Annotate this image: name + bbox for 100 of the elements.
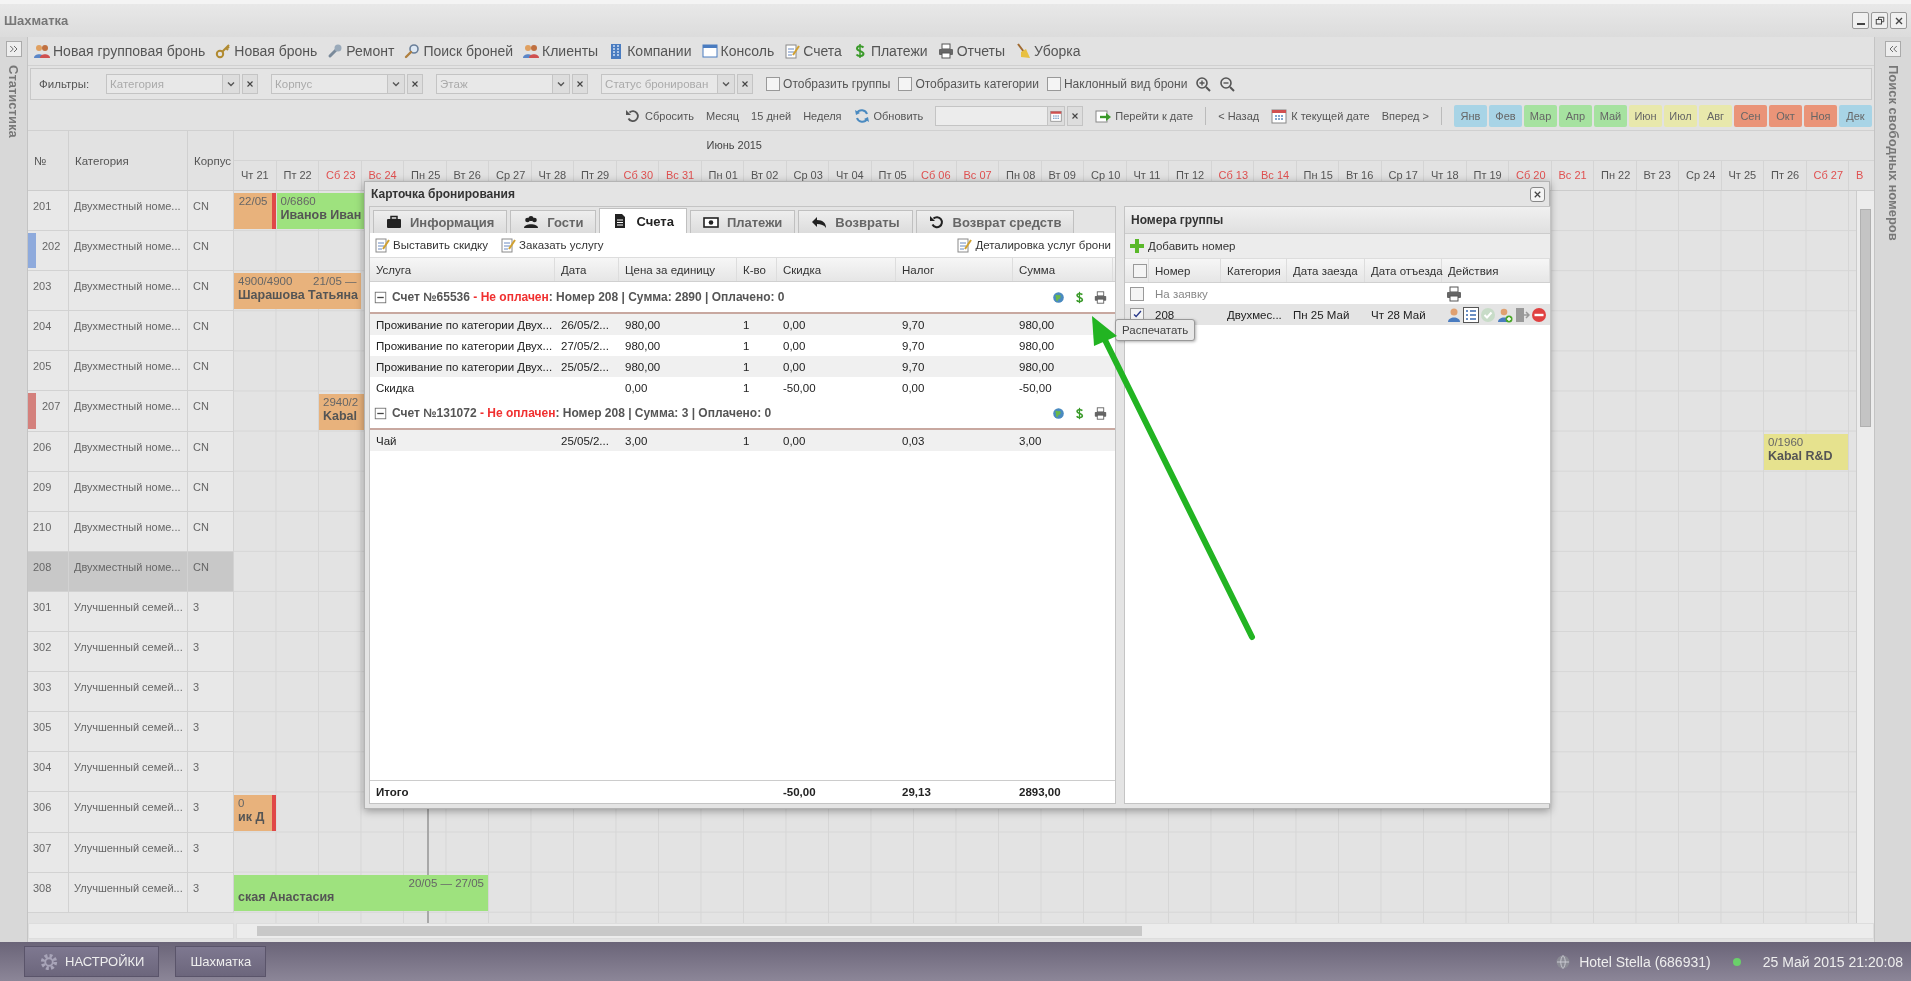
toolbar-button[interactable]: Уборка [1015, 43, 1081, 59]
tab[interactable]: Счета [599, 208, 687, 233]
close-button[interactable] [1530, 186, 1545, 202]
toolbar-button[interactable]: Выставить скидку [374, 237, 489, 253]
clear-button[interactable] [407, 74, 424, 94]
month-button[interactable]: Авг [1699, 105, 1732, 127]
clear-button[interactable] [737, 74, 754, 94]
table-row[interactable]: 201 Двухместный номе... CN [28, 191, 234, 232]
tab[interactable]: Платежи [689, 210, 796, 233]
column-header[interactable]: Номер [1149, 259, 1221, 282]
column-header[interactable]: Налог [896, 258, 1013, 281]
table-row[interactable]: 302 Улучшенный семей... 3 [28, 632, 234, 673]
nav-button[interactable]: Сбросить [625, 108, 694, 124]
zoom-in-button[interactable] [1195, 76, 1212, 92]
dropdown-button[interactable] [552, 74, 571, 94]
table-row[interactable]: 205 Двухместный номе... CN [28, 351, 234, 392]
month-button[interactable]: Фев [1489, 105, 1522, 127]
collapse-button[interactable] [374, 406, 387, 420]
table-row[interactable]: 306 Улучшенный семей... 3 [28, 792, 234, 833]
toolbar-button[interactable]: Ремонт [327, 43, 395, 59]
nav-button[interactable]: 15 дней [751, 110, 792, 122]
checkbox-label[interactable]: Отобразить группы [783, 77, 891, 91]
table-row[interactable]: 203 Двухместный номе... CN [28, 271, 234, 312]
toolbar-button[interactable]: Отчеты [937, 43, 1006, 59]
column-header[interactable]: Дата отъезда [1365, 259, 1442, 282]
toolbar-button[interactable]: Консоль [701, 43, 775, 59]
column-header[interactable]: Дата заезда [1287, 259, 1365, 282]
add-button[interactable]: Добавить номер [1129, 238, 1236, 254]
column-header[interactable]: Цена за единицу [619, 258, 737, 281]
toolbar-button[interactable]: Новая групповая бронь [34, 43, 206, 59]
table-row[interactable]: 305 Улучшенный семей... 3 [28, 712, 234, 753]
taskbar-button[interactable]: Шахматка [175, 946, 267, 977]
filter-field[interactable]: Статус бронирован [601, 74, 718, 94]
month-button[interactable]: Июн [1629, 105, 1662, 127]
column-header[interactable]: Дата [555, 258, 619, 281]
toolbar-button[interactable]: Платежи [851, 43, 928, 59]
toolbar-button[interactable]: Клиенты [523, 43, 599, 59]
today-button[interactable]: К текущей дате [1271, 108, 1370, 124]
toolbar-button[interactable]: Новая бронь [215, 43, 318, 59]
table-row[interactable]: 208 Двухместный номе... CN [28, 551, 234, 592]
month-button[interactable]: Апр [1559, 105, 1592, 127]
checkbox[interactable] [898, 77, 913, 91]
table-row[interactable]: 308 Улучшенный семей... 3 [28, 872, 234, 913]
table-row[interactable]: 307 Улучшенный семей... 3 [28, 832, 234, 873]
column-header[interactable]: Категория [75, 154, 129, 167]
dropdown-button[interactable] [387, 74, 406, 94]
checkbox-label[interactable]: Отобразить категории [915, 77, 1039, 91]
month-button[interactable]: Дек [1839, 105, 1872, 127]
calendar-button[interactable] [1047, 106, 1066, 126]
column-header[interactable]: Сумма [1013, 258, 1113, 281]
zoom-out-button[interactable] [1219, 76, 1236, 92]
horizontal-scrollbar[interactable] [236, 923, 1874, 939]
nav-button[interactable]: Обновить [853, 108, 924, 124]
clear-button[interactable] [1067, 106, 1084, 126]
month-button[interactable]: Мар [1524, 105, 1557, 127]
tab[interactable]: Гости [510, 210, 597, 233]
column-header[interactable]: Корпус [194, 154, 232, 167]
table-row[interactable]: 207 Двухместный номе... CN [28, 391, 234, 432]
dropdown-button[interactable] [717, 74, 736, 94]
checkbox[interactable] [1046, 77, 1061, 91]
table-row[interactable]: 301 Улучшенный семей... 3 [28, 591, 234, 633]
booking-bar[interactable]: 20/05 — 27/05 ская Анастасия [234, 874, 488, 911]
column-header[interactable]: Скидка [777, 258, 896, 281]
toolbar-button[interactable]: Поиск броней [404, 43, 514, 59]
dropdown-button[interactable] [222, 74, 241, 94]
vertical-scrollbar[interactable] [1856, 191, 1874, 923]
month-button[interactable]: Май [1594, 105, 1627, 127]
nav-button[interactable]: Месяц [705, 110, 740, 122]
toolbar-button[interactable]: Деталировка услуг брони [956, 237, 1111, 253]
taskbar-button[interactable]: НАСТРОЙКИ [24, 946, 160, 977]
checkbox[interactable] [766, 77, 781, 91]
back-button[interactable]: < Назад [1218, 110, 1260, 122]
table-row[interactable]: На заявку [1125, 283, 1550, 304]
filter-field[interactable]: Категория [106, 74, 223, 94]
forward-button[interactable]: Вперед > [1381, 110, 1429, 122]
table-row[interactable]: 204 Двухместный номе... CN [28, 311, 234, 352]
booking-bar[interactable]: 0/1960 Kabal R&D [1764, 433, 1848, 470]
expand-button[interactable] [1885, 41, 1901, 57]
table-row[interactable]: 209 Двухместный номе... CN [28, 471, 234, 512]
tab[interactable]: Информация [373, 210, 508, 233]
table-row[interactable]: 208 Двухмес... Пн 25 Май Чт 28 Май [1125, 304, 1550, 325]
clear-button[interactable] [572, 74, 589, 94]
month-button[interactable]: Июл [1664, 105, 1697, 127]
booking-bar[interactable]: 4900/4900 21/05 — Шарашова Татьяна [234, 273, 361, 310]
toolbar-button[interactable]: Заказать услугу [500, 237, 604, 253]
column-header[interactable]: Действия [1442, 259, 1550, 282]
column-header[interactable]: № [34, 154, 47, 167]
column-header[interactable]: Услуга [370, 258, 555, 281]
filter-field[interactable]: Этаж [436, 74, 553, 94]
booking-bar[interactable]: 0 ик Д [234, 794, 276, 831]
date-field[interactable] [935, 106, 1048, 126]
sidebar-title[interactable]: Поиск свободных номеров [1885, 65, 1901, 241]
tab[interactable]: Возврат средств [915, 210, 1075, 233]
checkbox[interactable] [1130, 286, 1144, 301]
checkbox-label[interactable]: Наклонный вид брони [1063, 77, 1188, 91]
horizontal-scrollbar[interactable] [28, 923, 234, 939]
minimize-button[interactable] [1852, 12, 1869, 29]
checkbox[interactable] [1132, 263, 1147, 278]
close-button[interactable] [1890, 12, 1907, 29]
column-header[interactable]: К-во [737, 258, 777, 281]
